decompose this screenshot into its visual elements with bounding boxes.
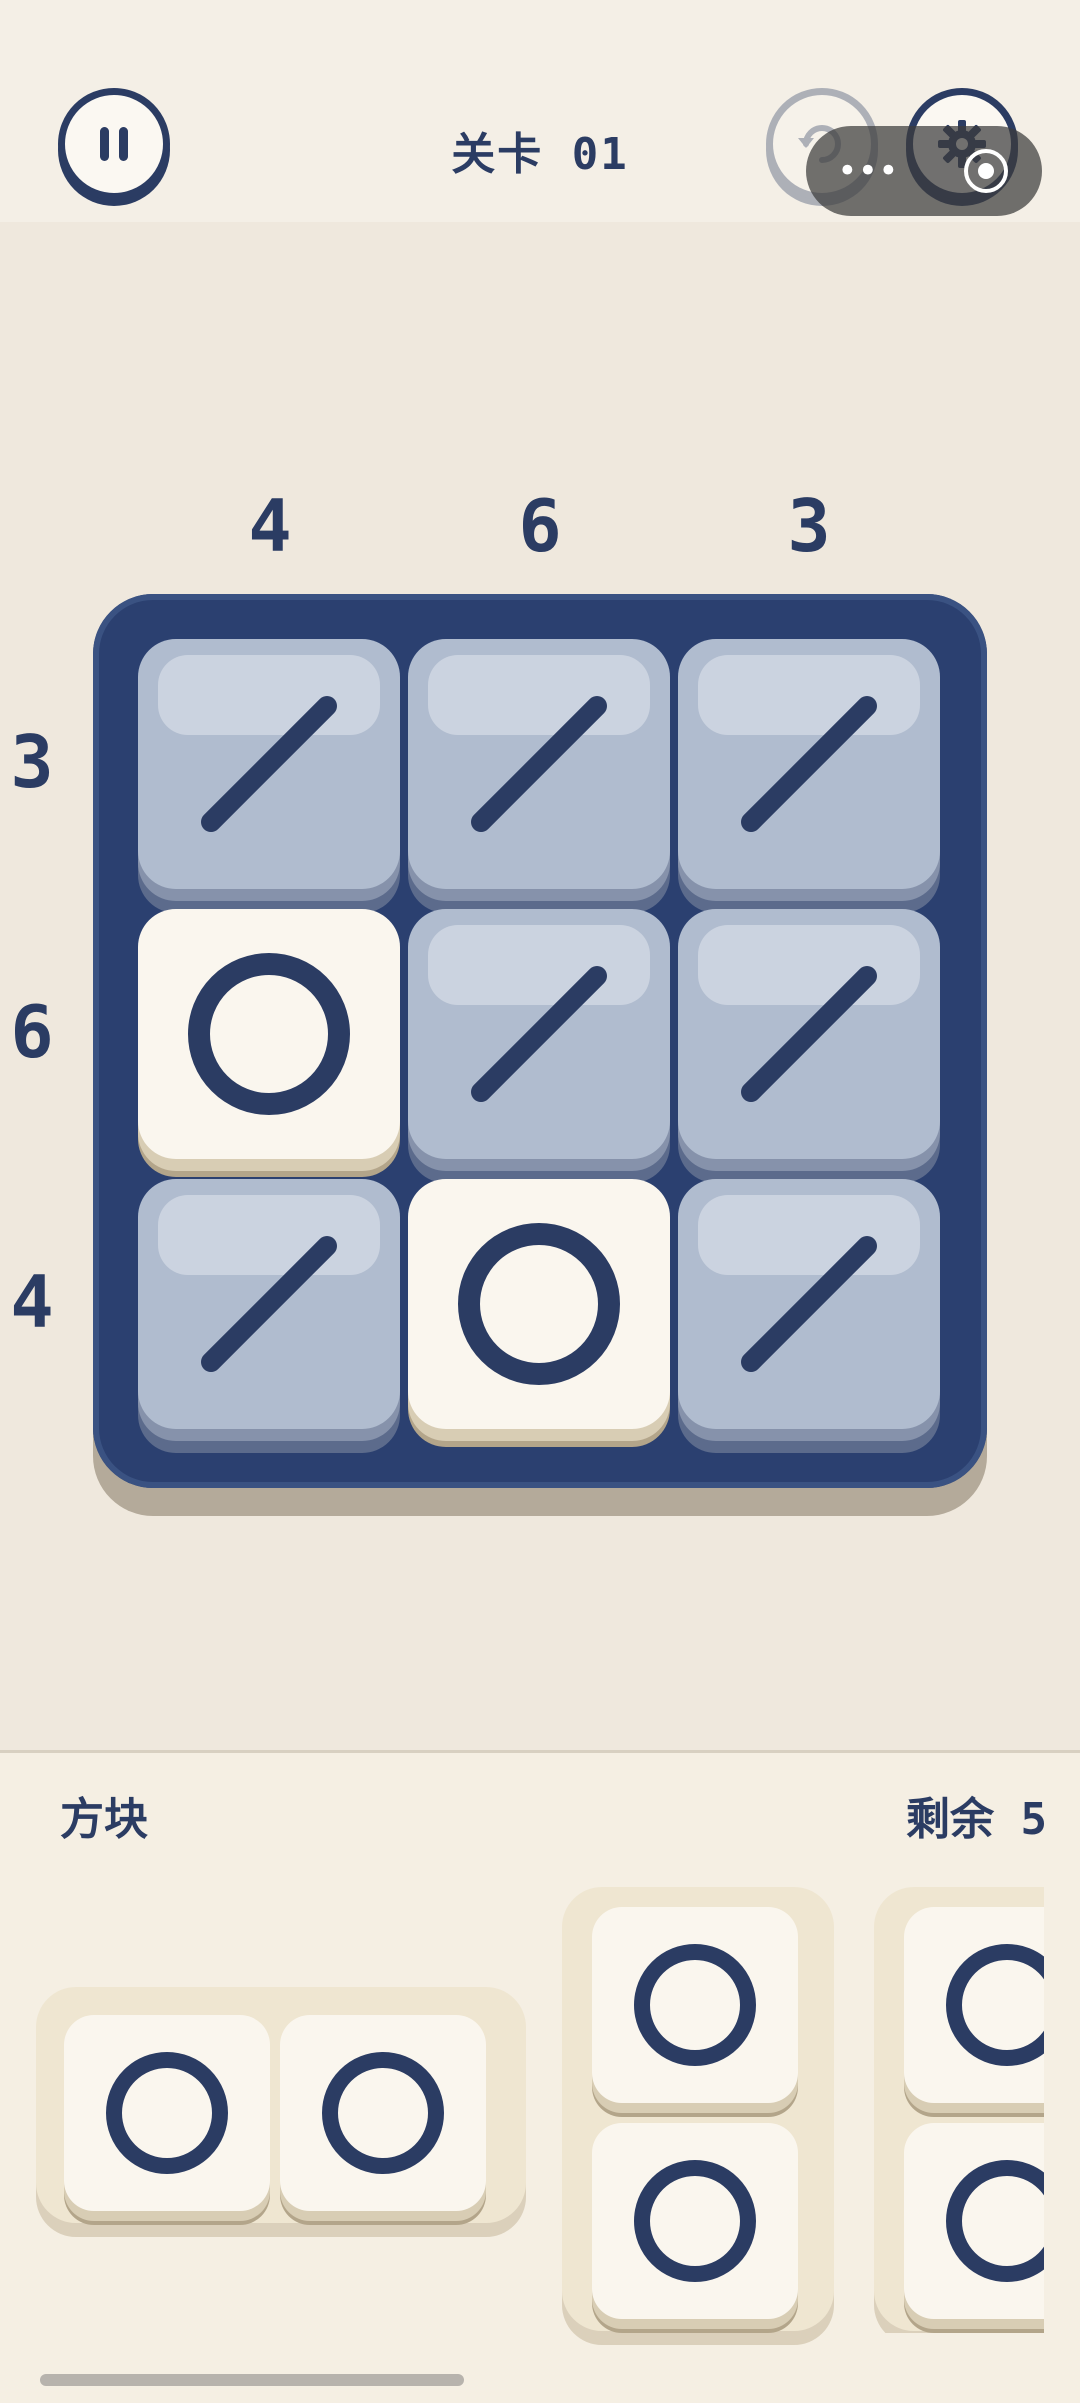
mini-program-capsule: ••• <box>806 126 1042 216</box>
row-clue: 6 <box>10 990 54 1074</box>
board-cell-circle[interactable] <box>138 909 400 1171</box>
piece-clip <box>870 1873 1044 2333</box>
cell-tile <box>408 1179 670 1429</box>
circle-icon <box>946 2160 1044 2282</box>
board-cell-slash[interactable] <box>138 639 400 901</box>
piece-tile <box>592 2123 798 2319</box>
pause-icon <box>100 127 128 161</box>
column-clue: 6 <box>518 484 562 568</box>
circle-icon <box>106 2052 228 2174</box>
column-clue: 3 <box>787 484 831 568</box>
cell-tile <box>408 639 670 889</box>
board-cell-slash[interactable] <box>138 1179 400 1441</box>
slash-icon <box>201 696 337 832</box>
circle-icon <box>634 1944 756 2066</box>
row-clue: 4 <box>10 1260 54 1344</box>
pause-button[interactable] <box>58 88 170 200</box>
circle-icon <box>322 2052 444 2174</box>
board-cell-slash[interactable] <box>408 909 670 1171</box>
piece-tile <box>592 1907 798 2103</box>
slash-icon <box>741 696 877 832</box>
slash-icon <box>741 1236 877 1372</box>
column-clue: 4 <box>248 484 292 568</box>
board-cell-circle[interactable] <box>408 1179 670 1441</box>
cell-tile <box>138 909 400 1159</box>
slash-icon <box>741 966 877 1102</box>
piece-tray: 方块 剩余 5 <box>0 1750 1080 2403</box>
piece-tile <box>904 1907 1044 2103</box>
slash-icon <box>201 1236 337 1372</box>
tray-title: 方块 <box>60 1794 148 1845</box>
piece-tile <box>64 2015 270 2211</box>
cell-tile <box>678 639 940 889</box>
board-cell-slash[interactable] <box>408 639 670 901</box>
level-title: 关卡 01 <box>451 129 629 180</box>
slash-icon <box>471 966 607 1102</box>
piece-tile <box>904 2123 1044 2319</box>
target-icon[interactable] <box>961 146 1011 196</box>
top-bar: 关卡 01 ••• <box>0 0 1080 222</box>
cell-tile <box>138 639 400 889</box>
game-board <box>93 594 987 1488</box>
slash-icon <box>471 696 607 832</box>
cell-tile <box>138 1179 400 1429</box>
cell-tile <box>678 909 940 1159</box>
cell-tile <box>408 909 670 1159</box>
circle-icon <box>634 2160 756 2282</box>
board-cell-slash[interactable] <box>678 639 940 901</box>
piece-tile <box>280 2015 486 2211</box>
remaining-count: 剩余 5 <box>906 1794 1047 1845</box>
more-button[interactable]: ••• <box>837 151 898 191</box>
board-cell-slash[interactable] <box>678 909 940 1171</box>
cell-tile <box>678 1179 940 1429</box>
tray-scrollbar[interactable] <box>40 2374 464 2386</box>
circle-icon <box>946 1944 1044 2066</box>
circle-icon <box>188 953 350 1115</box>
board-cell-slash[interactable] <box>678 1179 940 1441</box>
row-clue: 3 <box>10 720 54 804</box>
circle-icon <box>458 1223 620 1385</box>
